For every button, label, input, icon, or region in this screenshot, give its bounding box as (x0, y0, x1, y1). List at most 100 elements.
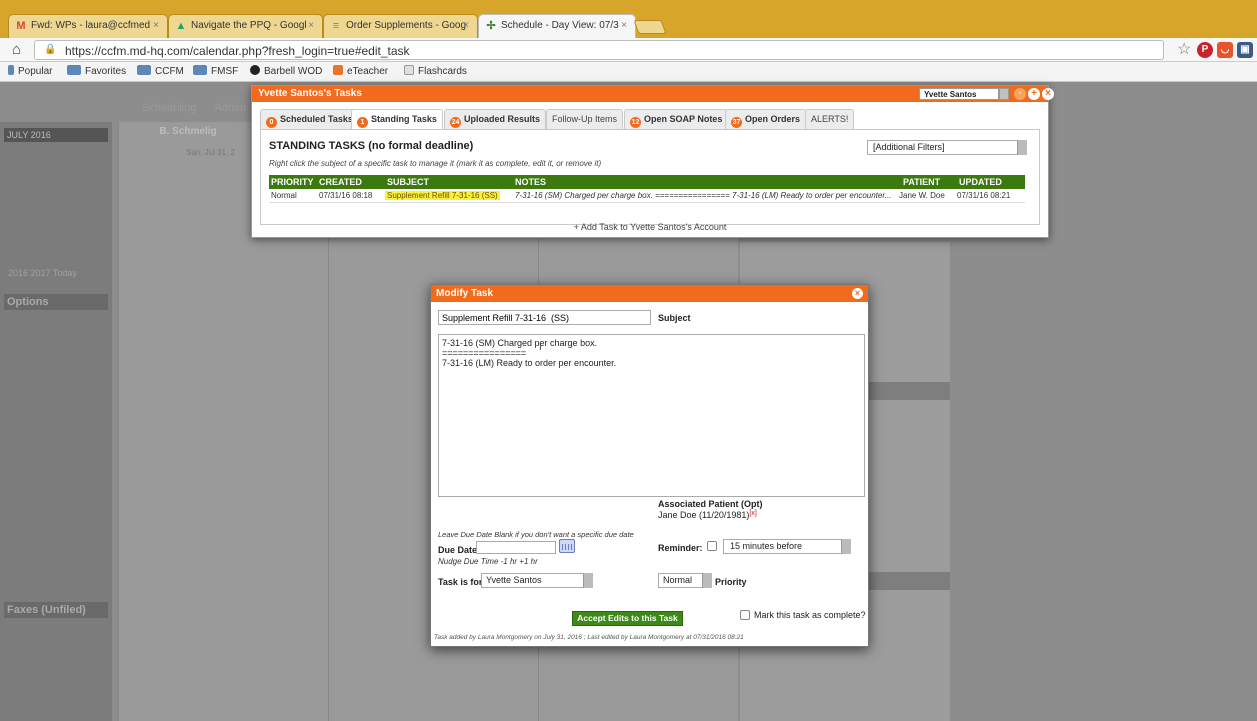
browser-tab-gmail[interactable]: M Fwd: WPs - laura@ccfmed × (8, 14, 168, 38)
pocket-icon[interactable]: ◡ (1217, 42, 1233, 58)
bookmark-eteacher[interactable]: eTeacher (333, 65, 388, 77)
bookmark-star-icon[interactable]: ☆ (1177, 39, 1191, 59)
accept-edits-button[interactable]: Accept Edits to this Task (572, 611, 683, 626)
schedule-header: B. Schmelig (159, 126, 217, 137)
mark-complete-label: Mark this task as complete? (754, 610, 866, 620)
task-for-label: Task is for (438, 577, 483, 587)
docs-icon: ≡ (332, 20, 340, 32)
associated-patient-label: Associated Patient (Opt) (658, 499, 763, 509)
text-cursor-icon: I (539, 342, 542, 353)
new-tab-button[interactable] (633, 20, 667, 34)
updated-cell: 07/31/16 08:21 (957, 191, 1011, 200)
count-badge: 12 (630, 117, 641, 128)
bookmark-popular[interactable]: Popular (8, 65, 52, 77)
bookmark-favorites[interactable]: Favorites (67, 65, 126, 77)
chevron-down-icon[interactable] (583, 573, 593, 588)
address-bar: ⌂ 🔒 https://ccfm.md-hq.com/calendar.php?… (0, 38, 1257, 62)
calendar-icon[interactable] (559, 539, 575, 553)
close-tab-icon[interactable]: × (621, 20, 627, 31)
reminder-checkbox[interactable] (707, 541, 717, 551)
remove-patient-link[interactable]: [x] (749, 510, 756, 517)
column-header[interactable]: PATIENT (903, 177, 940, 187)
pinterest-icon[interactable]: P (1197, 42, 1213, 58)
count-badge: 24 (450, 117, 461, 128)
gmail-icon: M (16, 20, 26, 32)
tab-strip: M Fwd: WPs - laura@ccfmed × ▲ Navigate t… (0, 14, 1257, 38)
flashcards-icon (404, 65, 414, 75)
nudge-due-time[interactable]: Nudge Due Time -1 hr +1 hr (438, 557, 538, 566)
column-header[interactable]: SUBJECT (387, 177, 429, 187)
task-tabs: 0 Scheduled Tasks 1 Standing Tasks 24 Uploa… (260, 109, 1040, 129)
drive-icon: ▲ (175, 20, 187, 32)
table-row[interactable]: Normal 07/31/16 08:18 Supplement Refill … (269, 189, 1025, 203)
count-badge: 37 (731, 117, 742, 128)
browser-tab-schedule[interactable]: ✢ Schedule - Day View: 07/3 × (478, 14, 636, 38)
due-date-label: Due Date (438, 545, 478, 555)
add-task-link[interactable]: + Add Task to Yvette Santos's Account (252, 222, 1048, 232)
tab-follow-up-items[interactable]: Follow-Up Items (546, 109, 624, 129)
patient-cell[interactable]: Jane W. Doe (899, 191, 945, 200)
home-icon[interactable]: ⌂ (12, 41, 21, 58)
section-hint: Right click the subject of a specific ta… (269, 159, 602, 168)
subject-input[interactable] (438, 310, 651, 325)
close-tab-icon[interactable]: × (153, 20, 159, 31)
browser-tab-docs[interactable]: ≡ Order Supplements - Goog × (323, 14, 478, 38)
reminder-select[interactable]: 15 minutes before (723, 539, 851, 554)
tab-uploaded-results[interactable]: 24 Uploaded Results (444, 109, 547, 129)
reminder-label: Reminder: (658, 543, 703, 553)
task-for-select[interactable]: Yvette Santos (481, 573, 593, 588)
tasks-table-header: PRIORITY CREATED SUBJECT NOTES PATIENT U… (269, 175, 1025, 189)
chevron-down-icon[interactable] (702, 573, 712, 588)
bookmark-barbell-wod[interactable]: Barbell WOD (250, 65, 322, 77)
url-field[interactable]: 🔒 https://ccfm.md-hq.com/calendar.php?fr… (34, 40, 1164, 60)
bookmarks-bar: Popular Favorites CCFM FMSF Barbell WOD … (0, 62, 1257, 82)
tab-open-soap-notes[interactable]: 12 Open SOAP Notes (624, 109, 729, 129)
options-section: Options (4, 294, 108, 310)
column-header[interactable]: PRIORITY (271, 177, 314, 187)
bookmark-ccfm[interactable]: CCFM (137, 65, 184, 77)
tab-label: Navigate the PPQ - Googl (191, 20, 307, 31)
close-icon[interactable]: × (852, 288, 863, 299)
chevron-down-icon[interactable] (1017, 140, 1027, 155)
priority-cell: Normal (271, 191, 297, 200)
faxes-section: Faxes (Unfiled) (4, 602, 108, 618)
bookmark-flashcards[interactable]: Flashcards (404, 65, 467, 77)
tab-alerts[interactable]: ALERTS! (805, 109, 855, 129)
chevron-down-icon[interactable] (841, 539, 851, 554)
subject-cell[interactable]: Supplement Refill 7-31-16 (SS) (385, 191, 500, 200)
add-icon[interactable]: + (1028, 88, 1040, 100)
tab-open-orders[interactable]: 37 Open Orders (725, 109, 807, 129)
folder-icon (67, 65, 81, 75)
tab-label: Schedule - Day View: 07/3 (501, 20, 619, 31)
additional-filters-select[interactable]: [Additional Filters] (867, 140, 1027, 155)
apps-icon (8, 65, 14, 75)
tab-standing-tasks[interactable]: 1 Standing Tasks (351, 109, 443, 129)
close-tab-icon[interactable]: × (308, 20, 314, 31)
close-tab-icon[interactable]: × (463, 20, 469, 31)
tasks-panel: Yvette Santos's Tasks Yvette Santos ◦ + … (251, 85, 1054, 238)
notes-textarea[interactable]: 7-31-16 (SM) Charged per charge box. ===… (438, 334, 865, 497)
calendar-footer: 2016 2017 Today (8, 268, 77, 278)
tasks-panel-title: Yvette Santos's Tasks Yvette Santos ◦ + … (252, 86, 1054, 102)
user-select[interactable]: Yvette Santos (919, 88, 999, 100)
barbell-icon (250, 65, 260, 75)
tab-scheduled-tasks[interactable]: 0 Scheduled Tasks (260, 109, 359, 129)
close-icon[interactable]: × (1042, 88, 1054, 100)
browser-tab-drive[interactable]: ▲ Navigate the PPQ - Googl × (168, 14, 323, 38)
count-badge: 0 (266, 117, 277, 128)
extension-icon[interactable]: ▣ (1237, 42, 1253, 58)
gear-icon[interactable]: ◦ (1014, 88, 1026, 100)
folder-icon (193, 65, 207, 75)
column-header[interactable]: UPDATED (959, 177, 1002, 187)
column-header[interactable]: CREATED (319, 177, 362, 187)
column-header[interactable]: NOTES (515, 177, 546, 187)
app-icon: ✢ (486, 20, 496, 32)
due-date-input[interactable] (476, 541, 556, 554)
tab-label: Order Supplements - Goog (346, 20, 467, 31)
mark-complete-checkbox[interactable] (740, 610, 750, 620)
dialog-title: Modify Task (431, 285, 868, 302)
bookmark-fmsf[interactable]: FMSF (193, 65, 238, 77)
created-cell: 07/31/16 08:18 (319, 191, 373, 200)
priority-label: Priority (715, 577, 747, 587)
chevron-down-icon[interactable] (999, 88, 1009, 100)
